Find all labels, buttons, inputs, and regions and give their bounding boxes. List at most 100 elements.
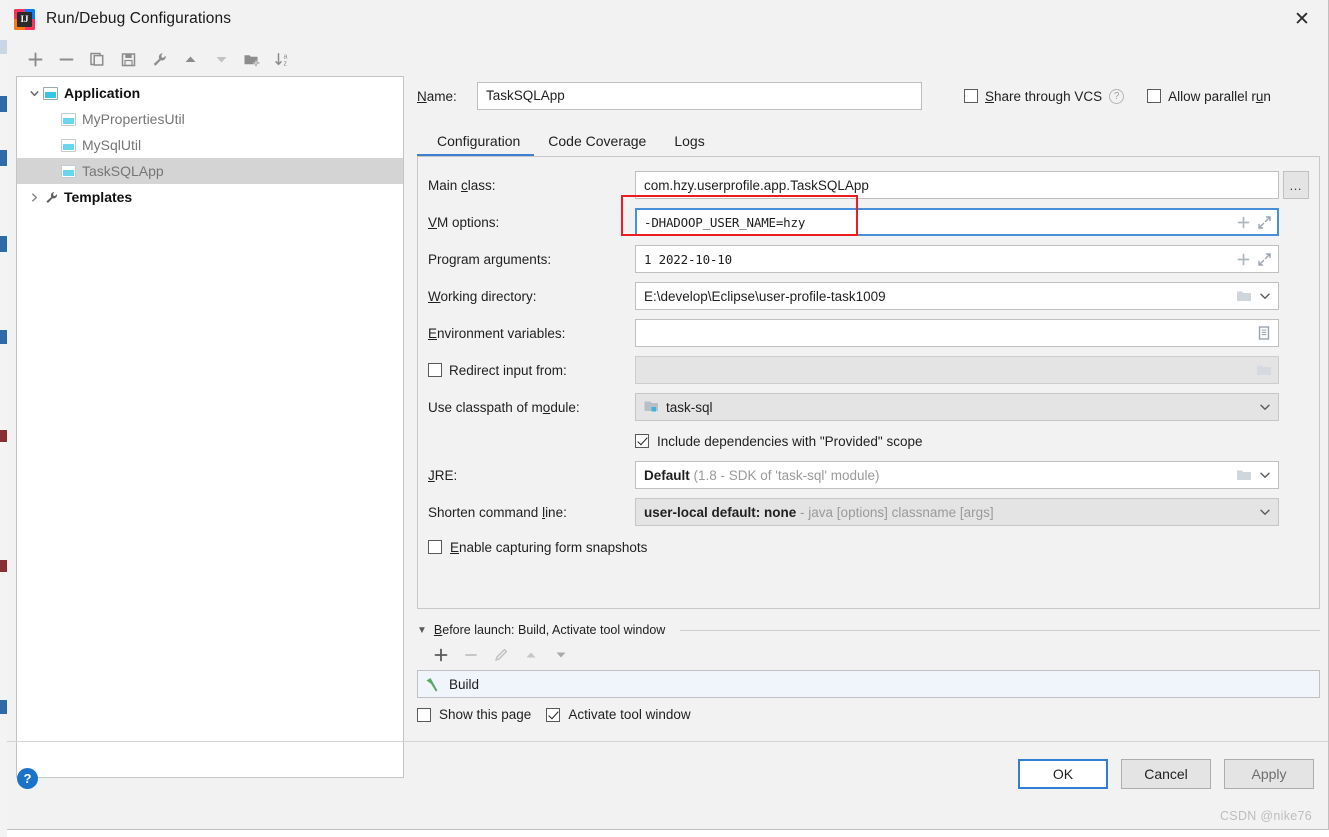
- sort-alphabetically-button[interactable]: a z: [268, 45, 298, 73]
- vm-options-expand-icon[interactable]: [1257, 215, 1272, 230]
- footer-button-group: OK Cancel Apply: [1018, 759, 1314, 789]
- redirect-input-checkbox[interactable]: [428, 363, 442, 377]
- shorten-command-line-dropdown-icon[interactable]: [1258, 505, 1272, 519]
- allow-parallel-run-label: Allow parallel run: [1168, 88, 1271, 104]
- jre-label: JRE:: [428, 467, 458, 483]
- vm-options-row: VM options: -DHADOOP_USER_NAME=hzy: [428, 208, 1309, 236]
- tab-code-coverage[interactable]: Code Coverage: [534, 133, 660, 157]
- tree-item-application[interactable]: Application: [17, 80, 403, 106]
- remove-task-button[interactable]: [457, 642, 485, 668]
- before-launch-header[interactable]: ▼ Before launch: Build, Activate tool wi…: [417, 623, 1320, 637]
- configuration-editor-panel: Name: TaskSQLApp Share through VCS ? All…: [417, 38, 1320, 722]
- add-configuration-button[interactable]: [20, 45, 50, 73]
- jre-value: Default: [644, 467, 690, 483]
- main-class-input[interactable]: com.hzy.userprofile.app.TaskSQLApp: [635, 171, 1279, 199]
- program-arguments-add-macro-icon[interactable]: [1236, 252, 1251, 267]
- tree-item-label: Application: [64, 85, 141, 101]
- main-class-value: com.hzy.userprofile.app.TaskSQLApp: [644, 177, 869, 193]
- jre-folder-icon[interactable]: [1236, 468, 1252, 482]
- tab-configuration[interactable]: Configuration: [417, 133, 535, 157]
- config-icon: [61, 164, 76, 178]
- move-task-down-button[interactable]: [547, 642, 575, 668]
- jre-dropdown-icon[interactable]: [1258, 468, 1272, 482]
- move-down-button[interactable]: [206, 45, 236, 73]
- main-class-label: Main class:: [428, 177, 496, 193]
- jre-row: JRE: Default (1.8 - SDK of 'task-sql' mo…: [428, 461, 1309, 489]
- vm-options-label: VM options:: [428, 214, 500, 230]
- environment-variables-editor-icon[interactable]: [1256, 325, 1272, 341]
- remove-configuration-button[interactable]: [51, 45, 81, 73]
- redirect-input-field: [635, 356, 1279, 384]
- working-directory-input[interactable]: E:\develop\Eclipse\user-profile-task1009: [635, 282, 1279, 310]
- jre-value-hint: (1.8 - SDK of 'task-sql' module): [693, 467, 880, 483]
- move-up-button[interactable]: [175, 45, 205, 73]
- name-label: Name:: [417, 88, 457, 104]
- working-directory-folder-icon[interactable]: [1236, 289, 1252, 303]
- edit-templates-wrench-icon[interactable]: [144, 45, 174, 73]
- vm-options-add-macro-icon[interactable]: [1236, 215, 1251, 230]
- main-class-browse-button[interactable]: …: [1283, 171, 1309, 199]
- new-folder-button[interactable]: [237, 45, 267, 73]
- close-icon[interactable]: ✕: [1276, 0, 1328, 38]
- enable-capturing-snapshots-checkbox[interactable]: [428, 540, 442, 554]
- configurations-tree[interactable]: Application MyPropertiesUtil MySqlUtil T…: [16, 76, 404, 778]
- name-row: Name: TaskSQLApp Share through VCS ? All…: [417, 81, 1320, 111]
- redirect-input-folder-icon: [1256, 363, 1272, 377]
- share-options-group: Share through VCS ? Allow parallel run: [964, 88, 1271, 104]
- before-launch-task-label: Build: [449, 676, 480, 692]
- cancel-button[interactable]: Cancel: [1121, 759, 1211, 789]
- before-launch-task-list[interactable]: Build: [417, 670, 1320, 698]
- copy-configuration-button[interactable]: [82, 45, 112, 73]
- tree-item-mypropertiesutil[interactable]: MyPropertiesUtil: [17, 106, 403, 132]
- move-task-up-button[interactable]: [517, 642, 545, 668]
- name-input[interactable]: TaskSQLApp: [477, 82, 922, 110]
- tree-item-templates[interactable]: Templates: [17, 184, 403, 210]
- editor-tabs: Configuration Code Coverage Logs: [417, 121, 1320, 157]
- jre-dropdown[interactable]: Default (1.8 - SDK of 'task-sql' module): [635, 461, 1279, 489]
- show-this-page-label: Show this page: [439, 707, 532, 722]
- show-this-page-checkbox[interactable]: [417, 707, 431, 722]
- watermark: CSDN @nike76: [1219, 809, 1312, 823]
- classpath-module-row: Use classpath of module: task-sql: [428, 393, 1309, 421]
- classpath-module-dropdown-icon[interactable]: [1258, 400, 1272, 414]
- main-class-row: Main class: com.hzy.userprofile.app.Task…: [428, 171, 1309, 199]
- tree-item-label: TaskSQLApp: [82, 163, 164, 179]
- apply-button[interactable]: Apply: [1224, 759, 1314, 789]
- working-directory-dropdown-icon[interactable]: [1258, 289, 1272, 303]
- environment-variables-row: Environment variables:: [428, 319, 1309, 347]
- ok-button[interactable]: OK: [1018, 759, 1108, 789]
- share-through-vcs-checkbox[interactable]: [964, 89, 978, 103]
- program-arguments-expand-icon[interactable]: [1257, 252, 1272, 267]
- shorten-command-line-dropdown[interactable]: user-local default: none - java [options…: [635, 498, 1279, 526]
- chevron-right-icon[interactable]: [25, 192, 43, 203]
- tab-logs[interactable]: Logs: [660, 133, 718, 157]
- dialog-titlebar: IJ Run/Debug Configurations ✕: [7, 0, 1328, 38]
- shorten-command-line-hint: - java [options] classname [args]: [800, 504, 994, 520]
- environment-variables-label: Environment variables:: [428, 325, 566, 341]
- application-icon: [43, 86, 58, 100]
- program-arguments-row: Program arguments: 1 2022-10-10: [428, 245, 1309, 273]
- share-help-icon[interactable]: ?: [1109, 88, 1125, 104]
- program-arguments-input[interactable]: 1 2022-10-10: [635, 245, 1279, 273]
- vm-options-value: -DHADOOP_USER_NAME=hzy: [644, 214, 806, 230]
- help-icon[interactable]: ?: [17, 768, 38, 789]
- environment-variables-input[interactable]: [635, 319, 1279, 347]
- activate-tool-window-checkbox[interactable]: [546, 707, 561, 722]
- collapse-triangle-icon[interactable]: ▼: [417, 625, 427, 636]
- tree-item-mysqlutil[interactable]: MySqlUtil: [17, 132, 403, 158]
- edit-task-pencil-icon[interactable]: [487, 642, 515, 668]
- add-task-button[interactable]: [427, 642, 455, 668]
- classpath-module-dropdown[interactable]: task-sql: [635, 393, 1279, 421]
- configurations-panel: a z Application MyPropertiesUtil MySqlUt…: [16, 42, 404, 778]
- tree-item-label: MyPropertiesUtil: [82, 111, 185, 127]
- allow-parallel-run-checkbox[interactable]: [1147, 89, 1162, 103]
- vm-options-input[interactable]: -DHADOOP_USER_NAME=hzy: [635, 208, 1279, 236]
- include-provided-scope-checkbox[interactable]: [635, 434, 649, 448]
- chevron-down-icon[interactable]: [25, 88, 43, 99]
- shorten-command-line-row: Shorten command line: user-local default…: [428, 498, 1309, 526]
- dialog-body: a z Application MyPropertiesUtil MySqlUt…: [7, 38, 1328, 780]
- before-launch-options: Show this page Activate tool window: [417, 707, 1320, 722]
- tree-item-tasksqlapp[interactable]: TaskSQLApp: [17, 158, 403, 184]
- svg-text:a: a: [284, 53, 288, 60]
- save-configuration-button[interactable]: [113, 45, 143, 73]
